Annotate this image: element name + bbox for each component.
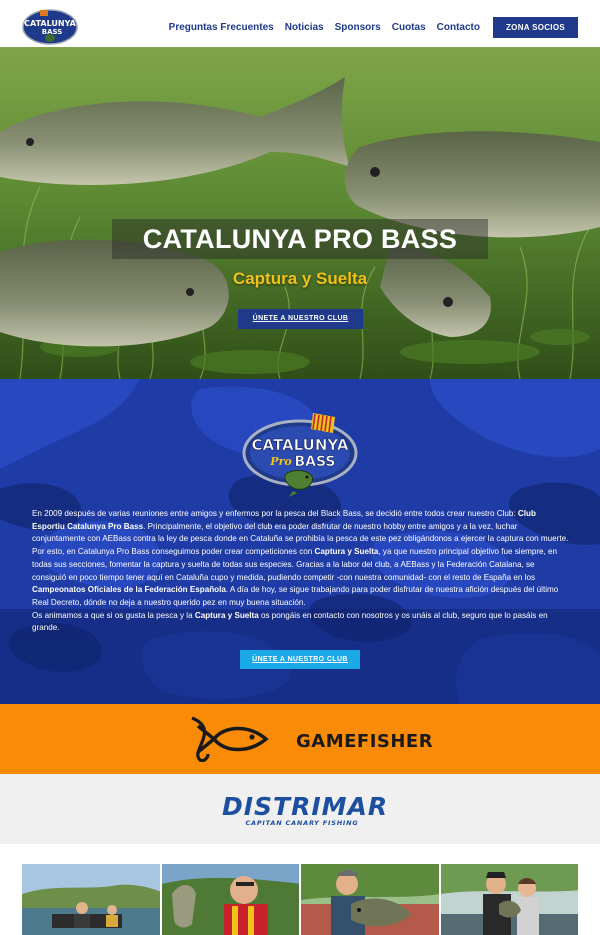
nav-noticias[interactable]: Noticias: [285, 22, 324, 33]
zona-socios-button[interactable]: ZONA SOCIOS: [492, 17, 578, 38]
club-paragraph-1: En 2009 después de varias reuniones entr…: [32, 508, 570, 610]
sponsor-gamefisher[interactable]: GAMEFISHER: [0, 704, 600, 774]
distrimar-tagline: CAPITAN CANARY FISHING: [245, 819, 359, 827]
club-description: En 2009 después de varias reuniones entr…: [32, 508, 570, 635]
catalunya-pro-bass-emblem: CATALUNYA Pro BASS: [242, 413, 358, 497]
gamefisher-fish-hook-icon: [191, 716, 269, 762]
svg-text:Pro: Pro: [269, 455, 291, 468]
join-club-button[interactable]: ÚNETE A NUESTRO CLUB: [240, 650, 360, 669]
gamefisher-wordmark: GAMEFISHER: [296, 731, 434, 752]
nav-sponsors[interactable]: Sponsors: [335, 22, 381, 33]
bold-text: Captura y Suelta: [194, 610, 259, 620]
gallery-photo-2[interactable]: [161, 864, 299, 935]
nav-contacto[interactable]: Contacto: [437, 22, 480, 33]
hero-section: CATALUNYA PRO BASS Captura y Suelta ÚNET…: [0, 47, 600, 379]
photo-gallery: [22, 864, 578, 935]
nav-cuotas[interactable]: Cuotas: [392, 22, 426, 33]
hero-title: CATALUNYA PRO BASS: [112, 219, 488, 259]
sponsor-distrimar[interactable]: DISTRIMAR CAPITAN CANARY FISHING: [0, 774, 600, 844]
club-about-section: CATALUNYA Pro BASS En 2009 después de va…: [0, 379, 600, 704]
bold-text: Campeonatos Oficiales de la Federación E…: [32, 585, 226, 595]
catalunya-pro-bass-logo[interactable]: CATALUNYA BASS: [22, 6, 78, 48]
gallery-photo-3[interactable]: [301, 864, 439, 935]
club-paragraph-2: Os animamos a que si os gusta la pesca y…: [32, 610, 570, 635]
nav-preguntas-frecuentes[interactable]: Preguntas Frecuentes: [169, 22, 274, 33]
bold-text: Captura y Suelta: [314, 547, 379, 557]
text-run: Os animamos a que si os gusta la pesca y…: [32, 610, 195, 620]
svg-text:BASS: BASS: [294, 454, 335, 470]
text-run: En 2009 después de varias reuniones entr…: [32, 509, 518, 518]
distrimar-wordmark: DISTRIMAR: [222, 792, 389, 821]
svg-text:CATALUNYA: CATALUNYA: [252, 436, 349, 454]
svg-text:CATALUNYA: CATALUNYA: [24, 19, 77, 28]
join-club-button-hero[interactable]: ÚNETE A NUESTRO CLUB: [238, 309, 363, 329]
gallery-photo-1[interactable]: [22, 864, 160, 935]
hero-subtitle: Captura y Suelta: [232, 269, 368, 288]
hero-background-image: [0, 47, 600, 379]
gallery-photo-4[interactable]: [440, 864, 578, 935]
